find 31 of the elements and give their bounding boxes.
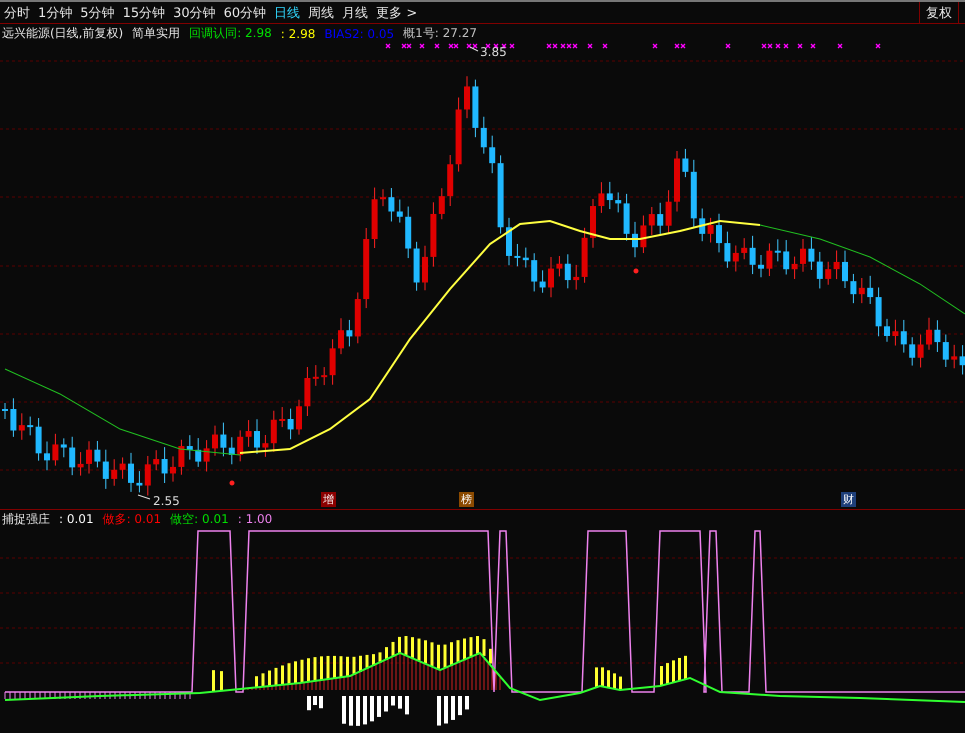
period-tab[interactable]: 更多 > — [376, 4, 418, 22]
period-tab[interactable]: 周线 — [308, 4, 334, 22]
period-tab[interactable]: 日线 — [274, 4, 300, 22]
indicator-value: 概1号: 27.27 — [403, 25, 478, 42]
indicator-name: 捕捉强庄 — [2, 510, 50, 528]
indicator-value: 回调认同: 2.98 — [189, 25, 272, 42]
signal-dot — [634, 268, 638, 274]
low-price-label: 2.55 — [153, 494, 180, 508]
indicator-value: : 1.00 — [238, 512, 272, 526]
signal-dot — [230, 480, 234, 486]
adjust-button[interactable]: 复权 — [919, 2, 959, 23]
leader-line — [470, 46, 478, 52]
indicator-value: 做空: 0.01 — [170, 510, 229, 528]
period-tab[interactable]: 1分钟 — [38, 4, 72, 22]
period-tab[interactable]: 月线 — [342, 4, 368, 22]
indicator-value: : 2.98 — [280, 26, 316, 40]
period-tab[interactable]: 5分钟 — [80, 4, 115, 22]
period-tab[interactable]: 30分钟 — [173, 4, 216, 22]
indicator-value: 做多: 0.01 — [102, 510, 162, 528]
stock-title: 远兴能源(日线,前复权) — [2, 25, 124, 42]
event-badge[interactable]: 榜 — [459, 492, 474, 507]
period-tab[interactable]: 15分钟 — [122, 4, 166, 22]
indicator-name: 简单实用 — [132, 25, 180, 42]
indicator-value: BIAS2: 0.05 — [324, 26, 394, 40]
period-tab[interactable]: 分时 — [4, 4, 30, 22]
indicator-value: : 0.01 — [59, 512, 94, 526]
event-badge[interactable]: 财 — [841, 492, 856, 507]
event-badge[interactable]: 增 — [321, 492, 336, 507]
leader-line — [138, 494, 150, 500]
period-tab[interactable]: 60分钟 — [224, 4, 266, 22]
high-price-label: 3.85 — [480, 45, 507, 59]
